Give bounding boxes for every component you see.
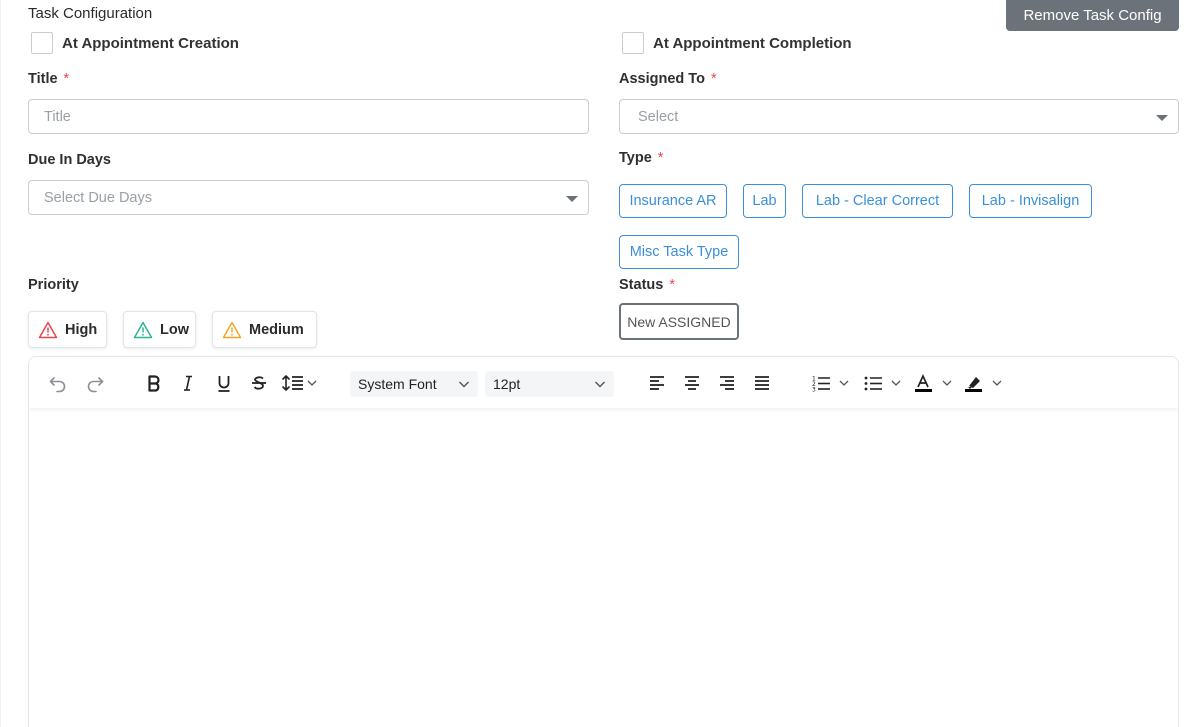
assigned-to-placeholder: Select	[638, 108, 679, 125]
align-left-icon[interactable]	[644, 370, 670, 396]
underline-icon[interactable]	[211, 370, 237, 396]
creation-label: At Appointment Creation	[62, 34, 239, 52]
chevron-down-icon	[459, 381, 469, 388]
creation-trigger: At Appointment Creation	[31, 32, 239, 54]
completion-label: At Appointment Completion	[653, 34, 852, 52]
type-chip-lab-invisalign[interactable]: Lab - Invisalign	[969, 184, 1092, 218]
task-config-page: Task Configuration Remove Task Config At…	[0, 0, 1195, 727]
priority-low-button[interactable]: Low	[123, 311, 196, 348]
bullet-list-icon[interactable]	[861, 370, 905, 396]
warning-icon	[222, 321, 242, 338]
bold-icon[interactable]	[141, 370, 167, 396]
undo-icon[interactable]	[45, 370, 71, 396]
due-days-placeholder: Select Due Days	[44, 189, 152, 206]
align-justify-icon[interactable]	[749, 370, 775, 396]
assigned-to-label: Assigned To *	[619, 71, 717, 87]
title-input[interactable]: Title	[28, 99, 589, 134]
required-mark: *	[710, 71, 717, 87]
type-label: Type *	[619, 150, 664, 166]
numbered-list-icon[interactable]: 123	[809, 370, 853, 396]
type-chip-lab-clear-correct[interactable]: Lab - Clear Correct	[802, 184, 953, 218]
editor-content-area[interactable]	[29, 408, 1178, 727]
strikethrough-icon[interactable]	[246, 370, 272, 396]
section-title: Task Configuration	[28, 5, 153, 22]
priority-medium-label: Medium	[249, 321, 304, 338]
priority-low-label: Low	[160, 321, 189, 338]
title-label: Title *	[28, 71, 70, 87]
priority-high-label: High	[65, 321, 98, 338]
svg-text:3: 3	[812, 387, 816, 394]
caret-down-icon	[1156, 115, 1168, 121]
chevron-down-icon	[595, 381, 605, 388]
status-new-assigned[interactable]: New ASSIGNED	[619, 303, 739, 340]
required-mark: *	[669, 277, 675, 293]
align-center-icon[interactable]	[679, 370, 705, 396]
font-size-select[interactable]: 12pt	[485, 371, 614, 397]
caret-down-icon	[566, 196, 578, 202]
due-days-select[interactable]: Select Due Days	[28, 180, 589, 215]
type-chip-lab[interactable]: Lab	[743, 184, 786, 218]
status-label: Status *	[619, 277, 675, 293]
editor-toolbar: System Font 12pt 123	[29, 357, 1178, 408]
required-mark: *	[657, 150, 664, 166]
type-chip-misc-task-type[interactable]: Misc Task Type	[619, 235, 739, 269]
align-right-icon[interactable]	[714, 370, 740, 396]
priority-label: Priority	[28, 277, 79, 293]
creation-checkbox[interactable]	[31, 32, 53, 54]
font-size-value: 12pt	[493, 376, 521, 392]
required-mark: *	[63, 71, 70, 87]
assigned-to-select[interactable]: Select	[619, 99, 1179, 134]
warning-icon	[133, 321, 153, 338]
priority-high-button[interactable]: High	[28, 311, 107, 348]
text-color-icon[interactable]	[911, 370, 955, 396]
priority-medium-button[interactable]: Medium	[212, 311, 317, 348]
font-family-value: System Font	[358, 376, 437, 392]
title-placeholder: Title	[44, 108, 71, 125]
line-height-icon[interactable]	[279, 370, 323, 396]
completion-checkbox[interactable]	[622, 32, 644, 54]
rich-text-editor: System Font 12pt 123	[28, 356, 1179, 727]
remove-task-config-button[interactable]: Remove Task Config	[1006, 0, 1179, 31]
redo-icon[interactable]	[82, 370, 108, 396]
type-chip-insurance-ar[interactable]: Insurance AR	[619, 184, 727, 218]
highlight-color-icon[interactable]	[961, 370, 1005, 396]
due-in-days-label: Due In Days	[28, 152, 111, 168]
warning-icon	[38, 321, 58, 338]
completion-trigger: At Appointment Completion	[622, 32, 852, 54]
font-family-select[interactable]: System Font	[350, 371, 478, 397]
italic-icon[interactable]	[175, 370, 201, 396]
